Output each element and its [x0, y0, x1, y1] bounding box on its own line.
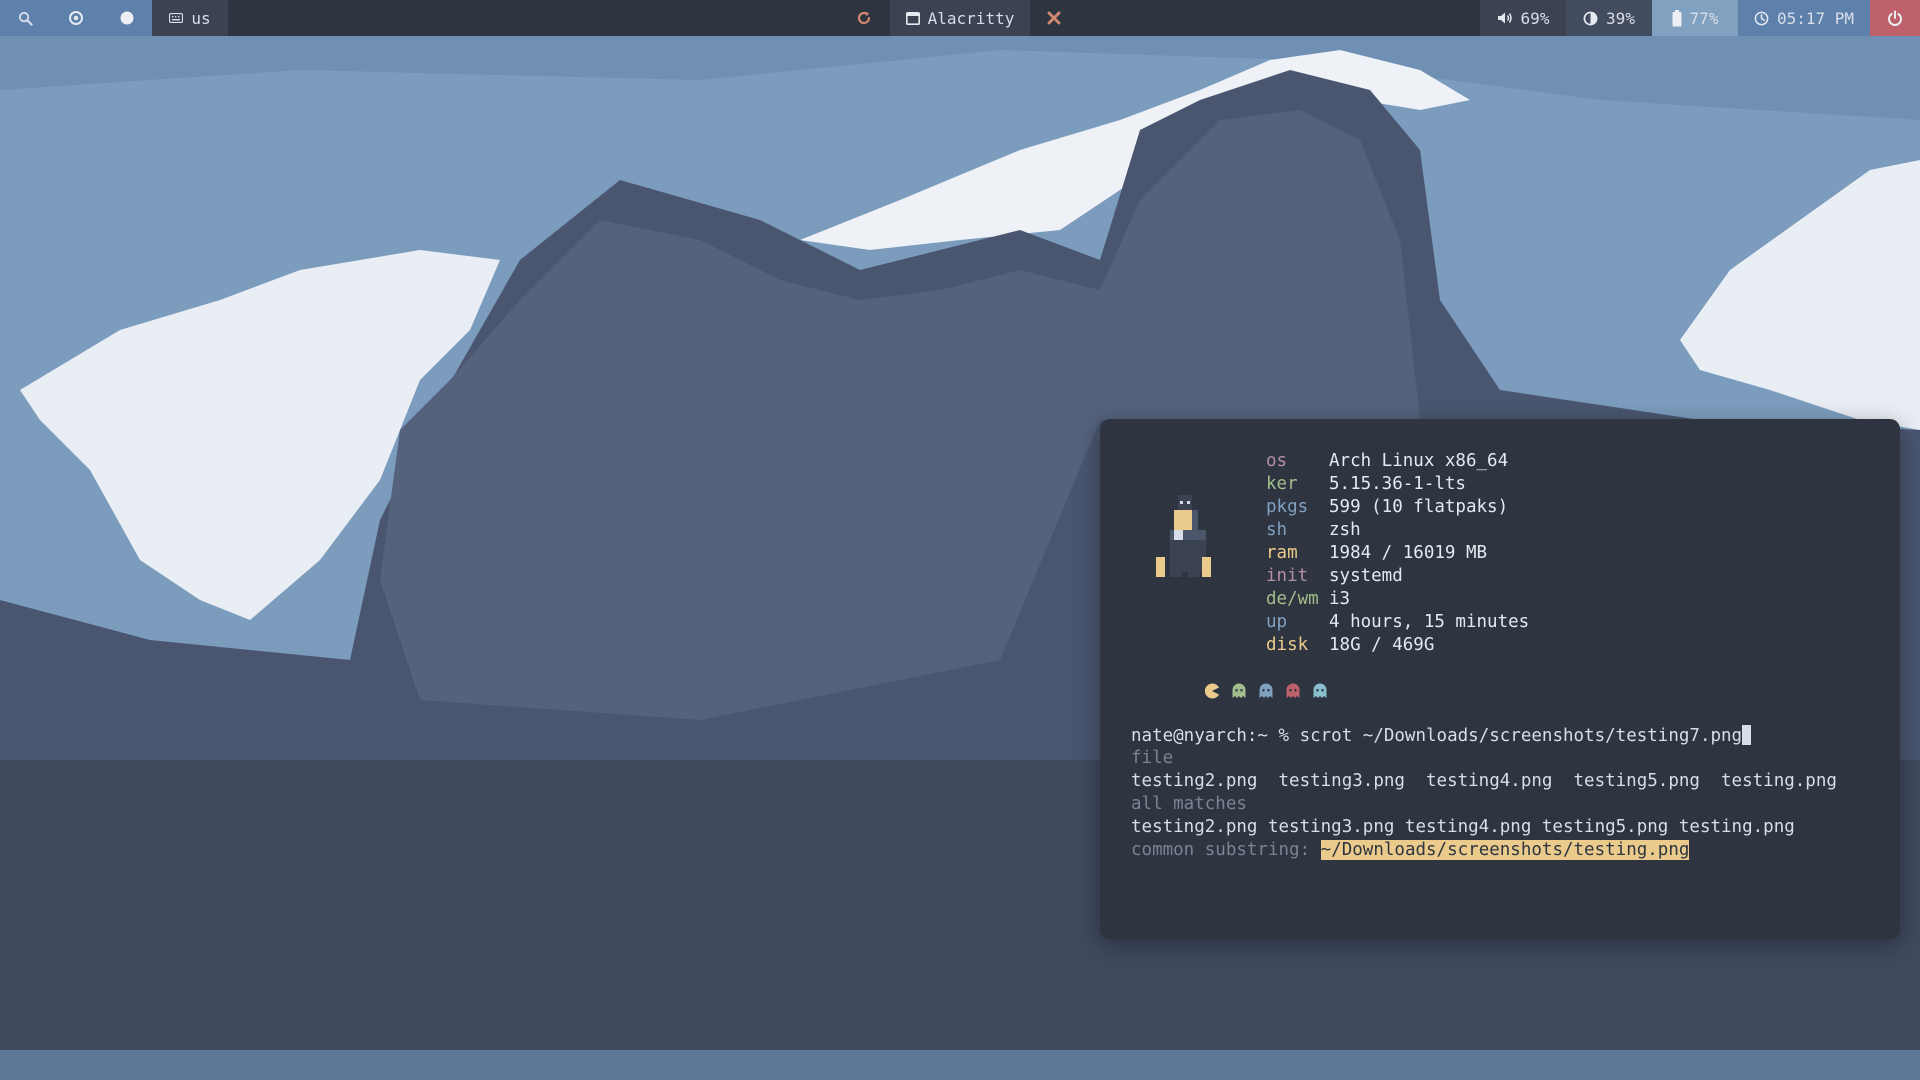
battery-icon — [1672, 9, 1682, 27]
reload-button[interactable] — [844, 0, 884, 36]
pacman-icon — [1204, 683, 1219, 699]
fetch-key-ram: ram — [1266, 543, 1298, 563]
clock-label: 05:17 PM — [1776, 8, 1855, 28]
top-bar: us Alacritty 69% 39% 77% 05:17 PM — [0, 0, 1920, 36]
fetch-key-os: os — [1266, 451, 1288, 471]
speaker-icon — [1497, 11, 1513, 25]
ghost-icon — [1259, 683, 1273, 698]
terminal-window[interactable]: os Arch Linux x86_64 ker 5.15.36-1-lts p… — [1100, 419, 1900, 939]
fetch-key-packages: pkgs — [1266, 497, 1309, 517]
power-button[interactable] — [1870, 0, 1920, 36]
close-icon — [1047, 11, 1061, 25]
window-icon — [905, 11, 920, 25]
fetch-value-disk: 18G / 469G — [1329, 635, 1435, 655]
target-icon — [68, 10, 84, 26]
pixel-character-icon — [1156, 495, 1211, 577]
volume-indicator[interactable]: 69% — [1480, 0, 1566, 36]
keyboard-icon — [169, 13, 184, 23]
common-substring-label: common substring: — [1131, 840, 1321, 860]
fetch-key-shell: sh — [1266, 520, 1288, 540]
text-cursor — [1742, 725, 1752, 745]
fetch-value-os: Arch Linux x86_64 — [1329, 451, 1509, 471]
battery-indicator[interactable]: 77% — [1652, 0, 1738, 36]
fetch-value-kernel: 5.15.36-1-lts — [1329, 474, 1466, 494]
fetch-value-dewm: i3 — [1329, 589, 1351, 609]
fetch-key-dewm: de/wm — [1266, 589, 1319, 609]
fetch-key-disk: disk — [1266, 635, 1309, 655]
volume-label: 69% — [1520, 8, 1550, 28]
common-substring-line: common substring: ~/Downloads/screenshot… — [1131, 840, 1690, 860]
dot-icon — [119, 10, 135, 26]
search-icon — [18, 11, 33, 26]
ghost-icon — [1286, 683, 1300, 698]
fetch-value-packages: 599 (10 flatpaks) — [1329, 497, 1509, 517]
ghost-icon — [1232, 683, 1246, 698]
keyboard-layout-indicator[interactable]: us — [152, 0, 228, 36]
completion-file-list: testing2.png testing3.png testing4.png t… — [1131, 771, 1837, 791]
shell-command: scrot ~/Downloads/screenshots/testing7.p… — [1299, 726, 1743, 746]
completion-matches-list: testing2.png testing3.png testing4.png t… — [1131, 817, 1795, 837]
clock-indicator[interactable]: 05:17 PM — [1738, 0, 1870, 36]
fetch-value-uptime: 4 hours, 15 minutes — [1329, 612, 1530, 632]
clock-icon — [1754, 11, 1769, 26]
brightness-indicator[interactable]: 39% — [1566, 0, 1652, 36]
active-window-label: Alacritty — [927, 8, 1015, 28]
ghost-icon — [1313, 683, 1327, 698]
command-line[interactable]: nate@nyarch:~ % scrot ~/Downloads/screen… — [1131, 725, 1752, 746]
completion-header-matches: all matches — [1131, 794, 1247, 814]
fetch-value-ram: 1984 / 16019 MB — [1329, 543, 1488, 563]
keyboard-layout-label: us — [191, 8, 211, 28]
brightness-icon — [1583, 11, 1598, 26]
completion-header-file: file — [1131, 748, 1174, 768]
reload-icon — [856, 10, 872, 26]
fetch-key-uptime: up — [1266, 612, 1288, 632]
search-button[interactable] — [0, 0, 50, 36]
fetch-value-init: systemd — [1329, 566, 1403, 586]
close-window-button[interactable] — [1036, 0, 1072, 36]
fetch-key-kernel: ker — [1266, 474, 1298, 494]
fetch-key-init: init — [1266, 566, 1309, 586]
active-window-title[interactable]: Alacritty — [890, 0, 1030, 36]
workspace-1-button[interactable] — [50, 0, 102, 36]
power-icon — [1887, 10, 1903, 26]
fetch-value-shell: zsh — [1329, 520, 1361, 540]
brightness-label: 39% — [1606, 8, 1635, 28]
common-substring-value[interactable]: ~/Downloads/screenshots/testing.png — [1320, 840, 1690, 860]
battery-label: 77% — [1689, 8, 1719, 28]
shell-prompt: nate@nyarch:~ % — [1131, 726, 1300, 746]
workspace-2-button[interactable] — [102, 0, 152, 36]
